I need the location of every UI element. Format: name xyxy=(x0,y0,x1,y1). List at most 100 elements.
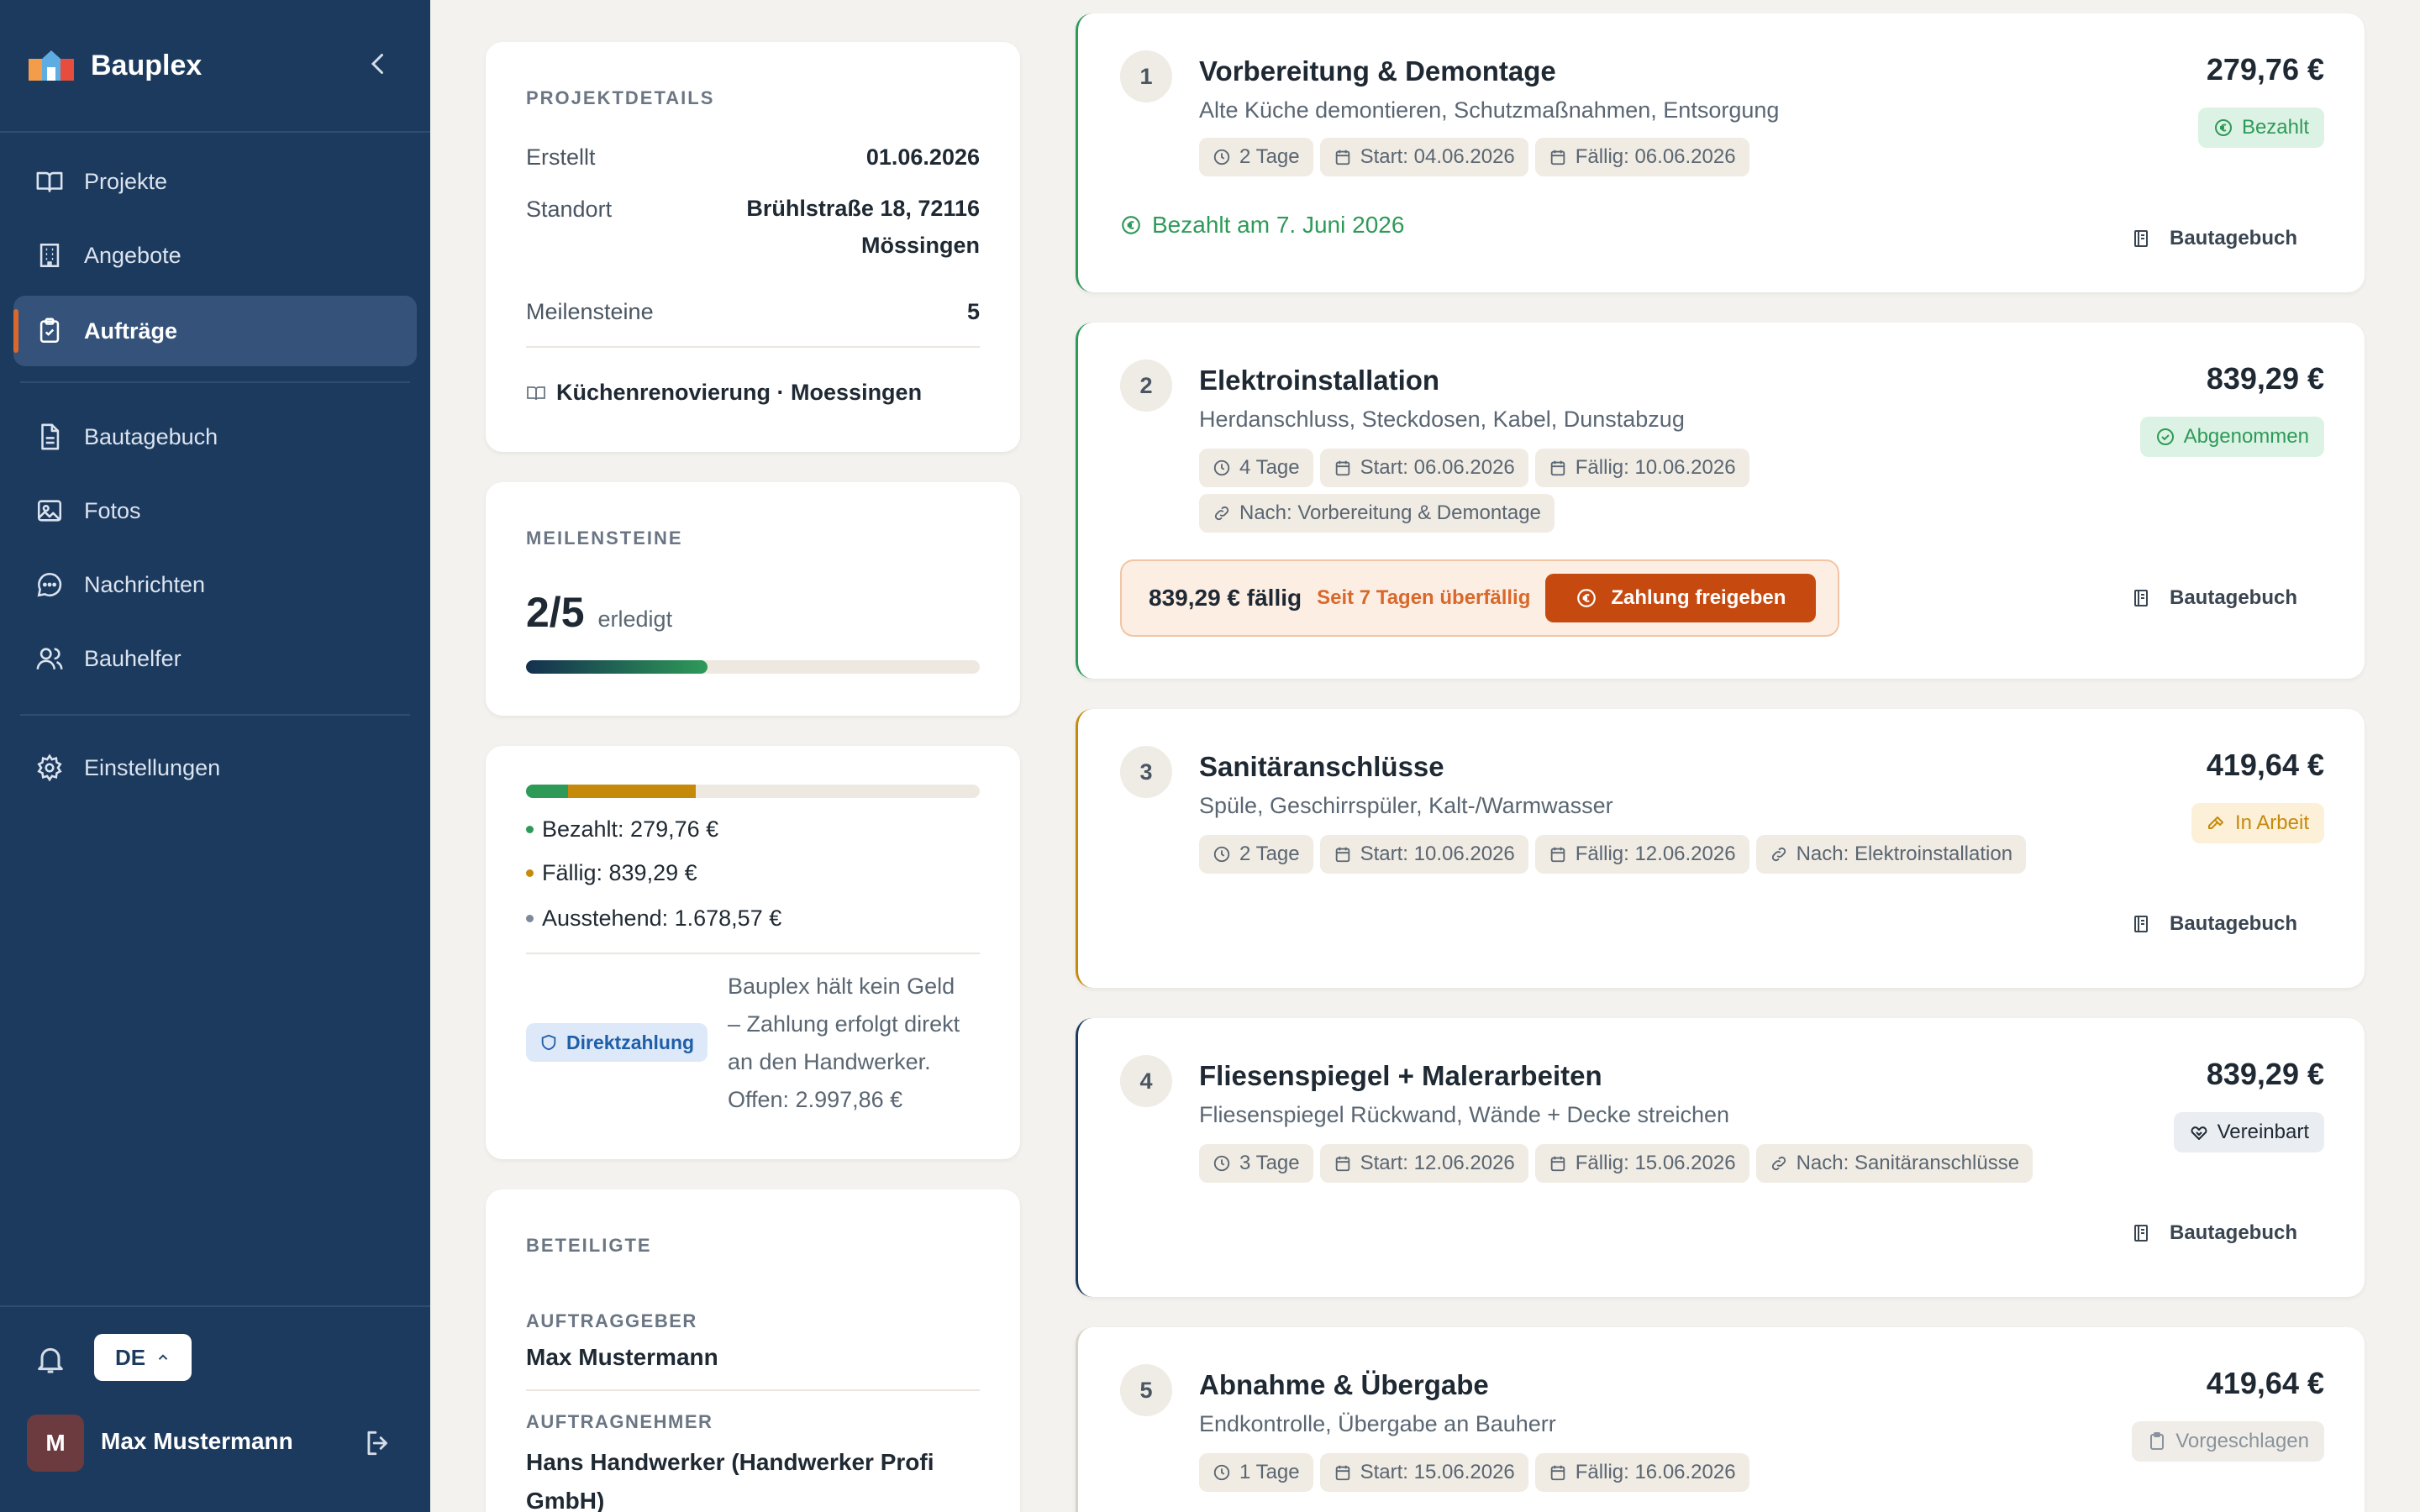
contractor-line-2: GmbH) xyxy=(526,1488,605,1512)
calendar-icon xyxy=(1334,845,1352,864)
chip-text: Nach: Vorbereitung & Demontage xyxy=(1239,501,1541,524)
clock-icon xyxy=(1213,1154,1231,1173)
collapse-sidebar-icon[interactable] xyxy=(363,49,393,79)
nav-fotos[interactable]: Fotos xyxy=(13,475,417,546)
chip-text: Start: 10.06.2026 xyxy=(1360,843,1515,865)
link-icon xyxy=(1770,1154,1788,1173)
bell-icon[interactable] xyxy=(32,1341,69,1378)
participants-card: BETEILIGTE AUFTRAGGEBER Max Mustermann A… xyxy=(486,1189,1020,1512)
nav-label: Angebote xyxy=(84,242,182,268)
note-line: an den Handwerker. xyxy=(728,1049,931,1074)
milestone-description: Fliesenspiegel Rückwand, Wände + Decke s… xyxy=(1199,1102,1730,1127)
chip-text: 2 Tage xyxy=(1239,843,1300,865)
status-badge: Abgenommen xyxy=(2139,417,2324,457)
milestone-number: 2 xyxy=(1120,360,1172,412)
nav-einstellungen[interactable]: Einstellungen xyxy=(13,732,417,803)
payment-note: Bauplex hält kein Geld – Zahlung erfolgt… xyxy=(728,968,960,1119)
milestone-card[interactable]: 1 Vorbereitung & Demontage Alte Küche de… xyxy=(1076,13,2365,292)
release-payment-button[interactable]: Zahlung freigeben xyxy=(1545,574,1817,622)
calendar-icon xyxy=(1549,1463,1567,1482)
brand[interactable]: Bauplex xyxy=(27,42,202,89)
detail-row-milestones: Meilensteine 5 xyxy=(526,299,980,325)
start-chip: Start: 12.06.2026 xyxy=(1319,1144,1528,1183)
logout-icon[interactable] xyxy=(360,1425,397,1462)
note-line: Bauplex hält kein Geld xyxy=(728,974,955,999)
clock-icon xyxy=(1213,845,1231,864)
direct-payment-badge: Direktzahlung xyxy=(526,1023,708,1062)
milestone-description: Endkontrolle, Übergabe an Bauherr xyxy=(1199,1411,1556,1436)
calendar-icon xyxy=(1334,459,1352,477)
handshake-icon xyxy=(2189,1122,2209,1142)
chip-text: 4 Tage xyxy=(1239,456,1300,479)
status-badge: Bezahlt xyxy=(2197,108,2324,148)
clipboard-icon xyxy=(2147,1431,2167,1452)
calendar-icon xyxy=(1549,1154,1567,1173)
due-chip: Fällig: 15.06.2026 xyxy=(1534,1144,1749,1183)
dependency-chip: Nach: Vorbereitung & Demontage xyxy=(1199,494,1555,533)
duration-chip: 2 Tage xyxy=(1199,835,1313,874)
detail-value: 01.06.2026 xyxy=(865,144,980,170)
book-icon xyxy=(526,383,546,403)
building-icon xyxy=(35,241,64,270)
milestone-progress-fill xyxy=(526,660,708,674)
chip-text: 1 Tage xyxy=(1239,1461,1300,1483)
hammer-icon xyxy=(2207,813,2227,833)
milestone-card[interactable]: 2 Elektroinstallation Herdanschluss, Ste… xyxy=(1076,323,2365,679)
calendar-icon xyxy=(1549,845,1567,864)
due-amount: 839,29 € fällig xyxy=(1149,585,1302,611)
nav-angebote[interactable]: Angebote xyxy=(13,220,417,291)
status-badge: In Arbeit xyxy=(2191,803,2324,843)
detail-row-created: Erstellt 01.06.2026 xyxy=(526,144,980,171)
diary-link[interactable]: Bautagebuch xyxy=(2131,586,2297,610)
avatar[interactable]: M xyxy=(27,1415,84,1472)
chip-text: Fällig: 16.06.2026 xyxy=(1575,1461,1736,1483)
clipboard-check-icon xyxy=(35,317,64,345)
diary-link[interactable]: Bautagebuch xyxy=(2131,1221,2297,1245)
diary-link[interactable]: Bautagebuch xyxy=(2131,227,2297,250)
milestone-card[interactable]: 5 Abnahme & Übergabe Endkontrolle, Überg… xyxy=(1076,1327,2365,1512)
nav-auftraege[interactable]: Aufträge xyxy=(13,296,417,366)
project-link[interactable]: Küchenrenovierung · Moessingen xyxy=(526,380,922,406)
divider xyxy=(20,714,410,716)
start-chip: Start: 06.06.2026 xyxy=(1319,449,1528,487)
language-value: DE xyxy=(114,1344,146,1370)
divider xyxy=(0,1305,430,1307)
nav-projekte[interactable]: Projekte xyxy=(13,146,417,217)
start-chip: Start: 10.06.2026 xyxy=(1319,835,1528,874)
calendar-icon xyxy=(1334,148,1352,166)
user-name: Max Mustermann xyxy=(101,1428,293,1454)
diary-link[interactable]: Bautagebuch xyxy=(2131,912,2297,936)
sidebar: Bauplex Projekte Angebote Aufträge Bauta… xyxy=(0,0,430,1512)
brand-name: Bauplex xyxy=(91,49,203,81)
nav-bautagebuch[interactable]: Bautagebuch xyxy=(13,402,417,472)
notebook-icon xyxy=(2131,1223,2151,1243)
due-chip: Fällig: 16.06.2026 xyxy=(1534,1453,1749,1492)
due-chip: Fällig: 10.06.2026 xyxy=(1534,449,1749,487)
detail-label: Erstellt xyxy=(526,144,596,170)
chip-text: Start: 12.06.2026 xyxy=(1360,1152,1515,1174)
language-select[interactable]: DE xyxy=(94,1334,192,1381)
overdue-text: Seit 7 Tagen überfällig xyxy=(1317,586,1531,609)
divider xyxy=(526,346,980,348)
nav-nachrichten[interactable]: Nachrichten xyxy=(13,549,417,620)
milestone-card[interactable]: 4 Fliesenspiegel + Malerarbeiten Fliesen… xyxy=(1076,1018,2365,1297)
calendar-icon xyxy=(1334,1463,1352,1482)
chevron-up-icon xyxy=(155,1350,171,1365)
payment-due-box: 839,29 € fällig Seit 7 Tagen überfällig … xyxy=(1120,559,1839,637)
milestone-done-label: erledigt xyxy=(597,606,673,632)
nav-label: Projekte xyxy=(84,168,168,194)
milestone-price: 839,29 € xyxy=(2206,361,2324,396)
diary-link-label: Bautagebuch xyxy=(2169,227,2297,249)
users-icon xyxy=(35,644,64,673)
milestone-card[interactable]: 3 Sanitäranschlüsse Spüle, Geschirrspüle… xyxy=(1076,709,2365,988)
chip-text: Fällig: 10.06.2026 xyxy=(1575,456,1736,479)
milestone-title: Sanitäranschlüsse xyxy=(1199,751,1444,782)
section-title: PROJEKTDETAILS xyxy=(526,87,715,108)
milestone-price: 279,76 € xyxy=(2206,52,2324,87)
nav-label: Bauhelfer xyxy=(84,645,182,671)
euro-icon xyxy=(1576,587,1597,609)
section-title: BETEILIGTE xyxy=(526,1235,652,1256)
nav-bauhelfer[interactable]: Bauhelfer xyxy=(13,623,417,694)
paid-note: Bezahlt am 7. Juni 2026 xyxy=(1120,212,1404,239)
milestone-chips: 2 Tage Start: 10.06.2026 Fällig: 12.06.2… xyxy=(1199,835,2090,874)
